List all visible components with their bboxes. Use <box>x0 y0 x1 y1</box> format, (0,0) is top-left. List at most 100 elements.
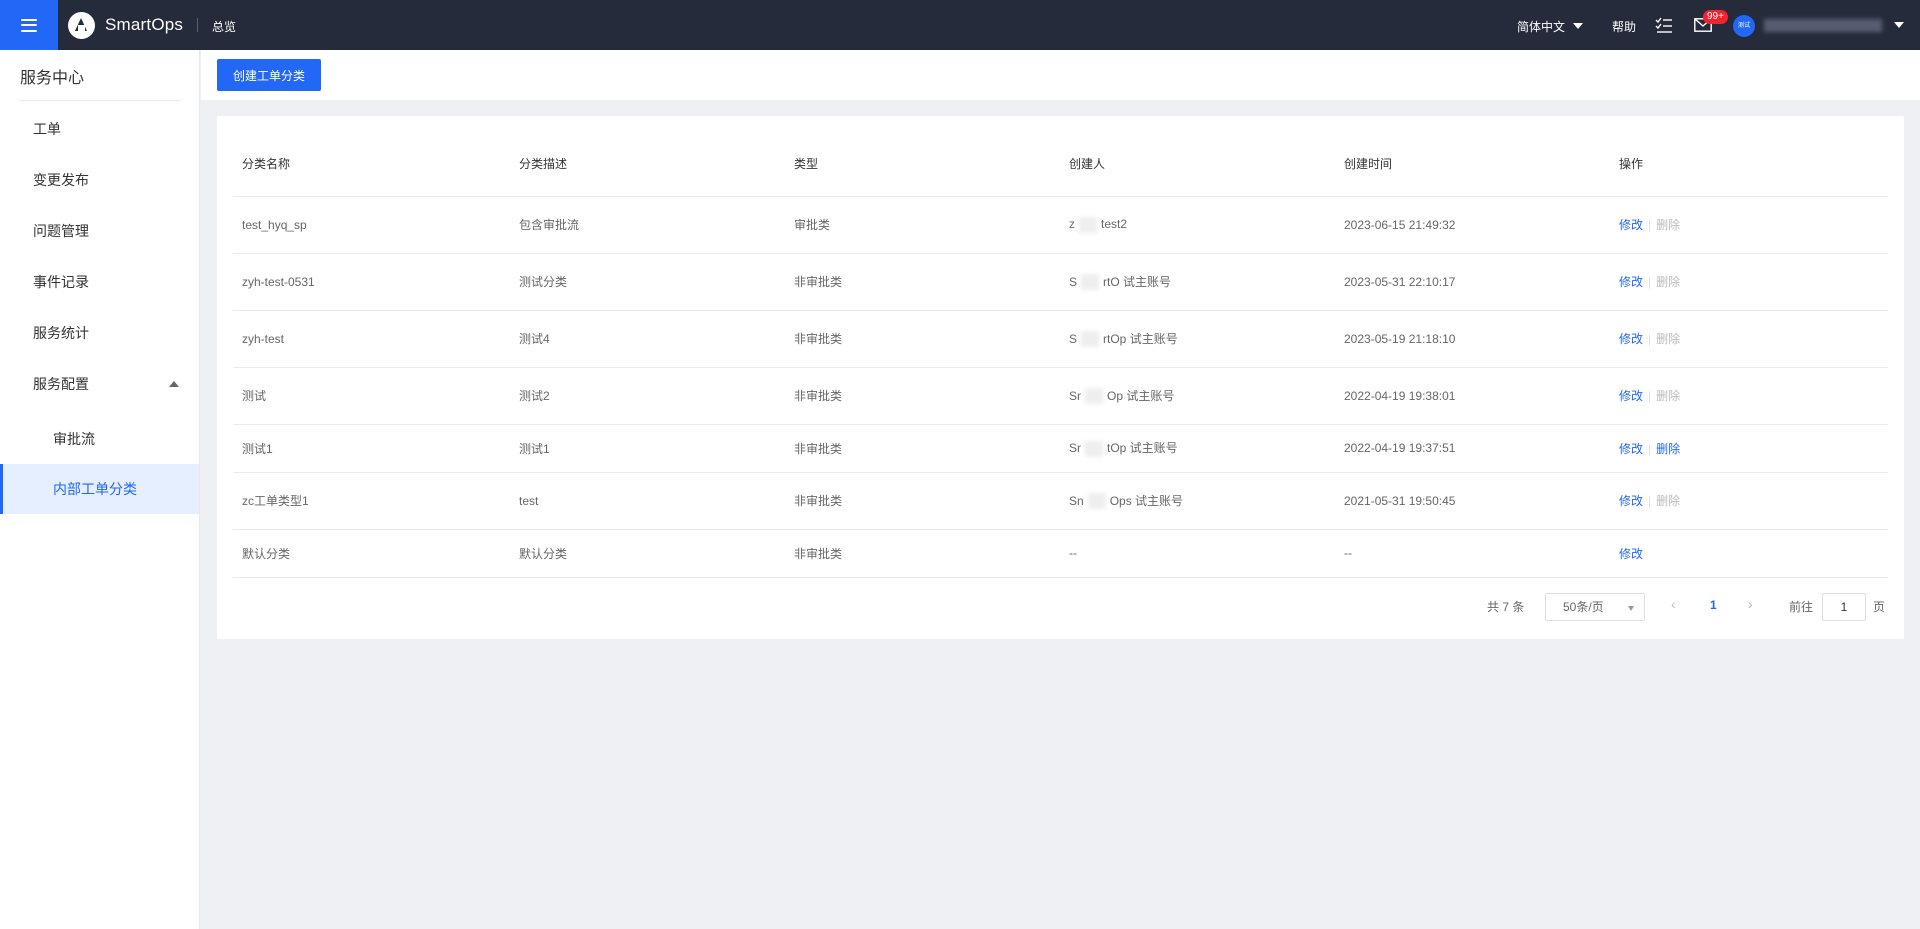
column-header-name: 分类名称 <box>233 132 510 197</box>
sidebar-item-change-release[interactable]: 变更发布 <box>0 155 199 205</box>
creator-text-end: Op 试主账号 <box>1107 388 1175 403</box>
chevron-down-icon <box>1628 606 1634 611</box>
cell-creator: SrtOp 试主账号 <box>1060 310 1335 368</box>
app-name: SmartOps <box>105 15 184 34</box>
category-table: 分类名称 分类描述 类型 创建人 创建时间 操作 test_hyq_sp 包含审批… <box>233 132 1888 578</box>
app-logo[interactable]: SmartOps <box>68 11 199 39</box>
sidebar-item-label: 内部工单分类 <box>53 481 137 497</box>
sidebar-title: 服务中心 <box>20 70 85 87</box>
sidebar-subitem-approval-flow[interactable]: 审批流 <box>0 414 199 464</box>
sidebar-item-event-records[interactable]: 事件记录 <box>0 257 199 307</box>
delete-link: 删除 <box>1656 275 1681 289</box>
sidebar-item-problem-management[interactable]: 问题管理 <box>0 206 199 256</box>
cell-creator: z test2 <box>1060 196 1335 254</box>
top-bar: SmartOps 总览 简体中文 帮助 99+ 测试 <box>0 0 1920 50</box>
creator-text-start: Sr <box>1069 388 1081 403</box>
delete-link[interactable]: 删除 <box>1656 442 1680 456</box>
divider <box>197 18 199 32</box>
cell-type: 审批类 <box>785 196 1060 254</box>
sidebar-item-tickets[interactable]: 工单 <box>0 104 199 154</box>
cell-description: 测试分类 <box>510 253 785 311</box>
toolbar: 创建工单分类 <box>201 50 1920 100</box>
cell-creator: Sr Op 试主账号 <box>1060 367 1335 425</box>
page-size-select[interactable]: 50条/页 <box>1545 593 1645 621</box>
cell-actions: 修改 | 删除 <box>1610 196 1888 254</box>
page-number-current[interactable]: 1 <box>1710 598 1717 612</box>
edit-link[interactable]: 修改 <box>1619 442 1643 456</box>
username-redacted[interactable] <box>1764 19 1882 32</box>
edit-link[interactable]: 修改 <box>1619 218 1643 232</box>
action-separator: | <box>1648 218 1652 232</box>
sidebar: 服务中心 工单 变更发布 问题管理 事件记录 服务统计 服务配置 审批流 内部工… <box>0 50 200 929</box>
column-header-type: 类型 <box>785 132 1060 197</box>
cell-actions: 修改 | 删除 <box>1610 310 1888 368</box>
create-category-button[interactable]: 创建工单分类 <box>217 59 321 91</box>
user-menu-chevron-icon[interactable] <box>1894 22 1904 28</box>
hamburger-menu-button[interactable] <box>0 0 58 50</box>
sidebar-item-label: 审批流 <box>53 431 95 447</box>
creator-text-start: -- <box>1069 546 1077 560</box>
redaction-mask <box>1081 274 1100 291</box>
cell-created-time: 2022-04-19 19:37:51 <box>1335 424 1610 473</box>
sidebar-item-label: 服务统计 <box>33 325 89 341</box>
cell-name: test_hyq_sp <box>233 196 510 254</box>
cell-type: 非审批类 <box>785 424 1060 473</box>
cell-created-time: 2023-05-19 21:18:10 <box>1335 310 1610 368</box>
edit-link[interactable]: 修改 <box>1619 332 1643 346</box>
help-link[interactable]: 帮助 <box>1612 18 1636 35</box>
menu-icon <box>21 18 37 32</box>
cell-created-time: 2023-06-15 21:49:32 <box>1335 196 1610 254</box>
table-header-row: 分类名称 分类描述 类型 创建人 创建时间 操作 <box>233 132 1888 197</box>
task-list-icon[interactable] <box>1655 17 1673 34</box>
cell-creator: -- <box>1060 529 1335 578</box>
redaction-mask <box>1085 440 1103 457</box>
cell-description: 测试2 <box>510 367 785 425</box>
nav-overview[interactable]: 总览 <box>212 18 236 35</box>
column-header-created-time: 创建时间 <box>1335 132 1610 197</box>
prev-page-icon[interactable]: ‹ <box>1671 596 1676 612</box>
page-size-value: 50条/页 <box>1563 600 1604 614</box>
cell-actions: 修改 | 删除 <box>1610 367 1888 425</box>
creator-text-end: Ops 试主账号 <box>1109 493 1184 508</box>
redaction-mask <box>1081 331 1100 348</box>
creator-text-start: Sn <box>1069 493 1084 508</box>
edit-link[interactable]: 修改 <box>1619 547 1643 561</box>
cell-description: 测试1 <box>510 424 785 473</box>
creator-text-end: test2 <box>1101 216 1128 231</box>
action-separator: | <box>1648 494 1652 508</box>
table-row: 默认分类 默认分类 非审批类 -- -- 修改 <box>233 529 1888 578</box>
logo-icon <box>68 11 95 39</box>
edit-link[interactable]: 修改 <box>1619 275 1643 289</box>
cell-name: 测试1 <box>233 424 510 473</box>
table-row: 测试 测试2 非审批类 Sr Op 试主账号 2022-04-19 19:38:01 修改 |… <box>233 367 1888 425</box>
next-page-icon[interactable]: › <box>1748 596 1753 612</box>
cell-actions: 修改 | 删除 <box>1610 424 1888 473</box>
category-table-card: 分类名称 分类描述 类型 创建人 创建时间 操作 test_hyq_sp 包含审批… <box>217 116 1904 639</box>
pagination-total: 共 7 条 <box>1487 600 1525 614</box>
sidebar-item-service-config[interactable]: 服务配置 <box>0 359 199 409</box>
cell-type: 非审批类 <box>785 310 1060 368</box>
delete-link: 删除 <box>1656 494 1681 508</box>
cell-creator: SrtO 试主账号 <box>1060 253 1335 311</box>
edit-link[interactable]: 修改 <box>1619 389 1643 403</box>
creator-text-end: rtO 试主账号 <box>1103 274 1172 289</box>
language-selector[interactable]: 简体中文 <box>1517 18 1584 35</box>
language-label: 简体中文 <box>1517 20 1566 34</box>
cell-name: zyh-test <box>233 310 510 368</box>
redaction-mask <box>1085 388 1103 405</box>
chevron-up-icon <box>169 381 179 387</box>
sidebar-subitem-internal-ticket-category[interactable]: 内部工单分类 <box>0 464 199 514</box>
goto-page-input[interactable] <box>1822 593 1866 621</box>
action-separator: | <box>1648 389 1652 403</box>
table-row: zc工单类型1 test 非审批类 Sn Ops 试主账号 2021-05-31 19:5… <box>233 472 1888 530</box>
creator-text-start: S <box>1069 274 1078 289</box>
cell-name: zyh-test-0531 <box>233 253 510 311</box>
notification-badge: 99+ <box>1703 10 1728 24</box>
avatar[interactable]: 测试 <box>1733 15 1755 37</box>
delete-link: 删除 <box>1656 332 1681 346</box>
edit-link[interactable]: 修改 <box>1619 494 1643 508</box>
column-header-creator: 创建人 <box>1060 132 1335 197</box>
sidebar-item-service-statistics[interactable]: 服务统计 <box>0 308 199 358</box>
action-separator: | <box>1648 441 1652 456</box>
cell-name: 测试 <box>233 367 510 425</box>
